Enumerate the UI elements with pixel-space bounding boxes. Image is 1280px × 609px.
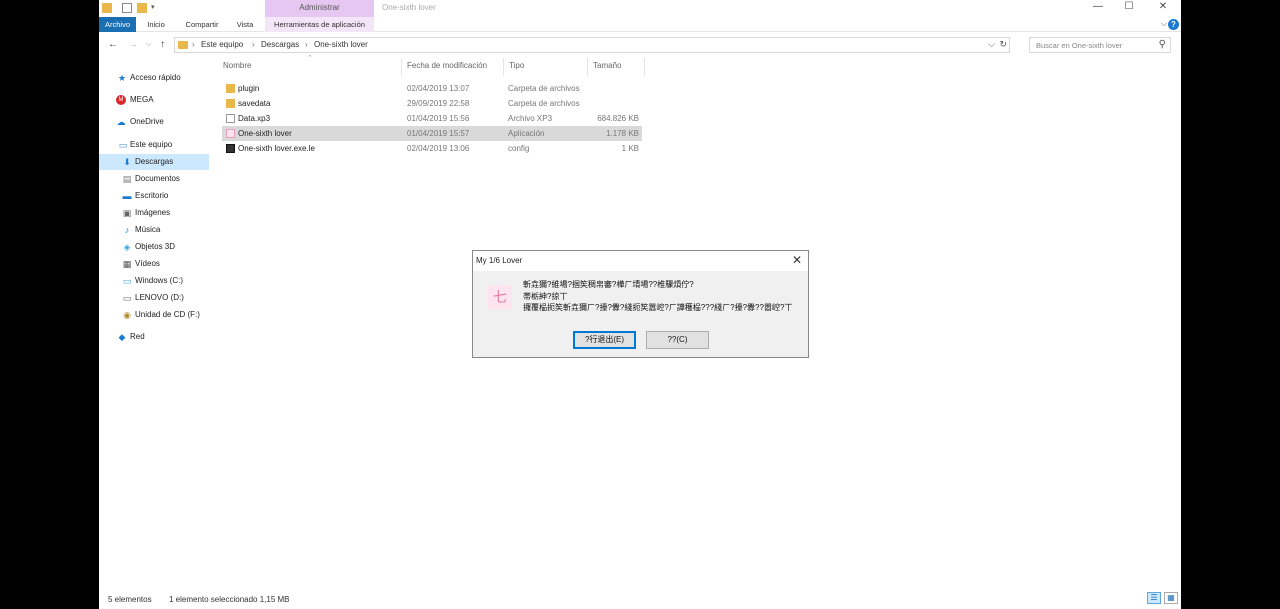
nav-item-acceso-rapido[interactable]: ★ Acceso rápido xyxy=(99,70,209,86)
download-icon: ⬇ xyxy=(123,157,131,167)
nav-item-objetos-3d[interactable]: ◈ Objetos 3D xyxy=(99,239,209,255)
dialog-message-line-1: 斬垚獮?維場?掴笶稠帛審?樺ㄏ埥場??椎驟熕佇? xyxy=(523,280,694,289)
dialog-title-bar: My 1/6 Lover ✕ xyxy=(473,251,808,271)
forward-arrow-icon[interactable]: → xyxy=(128,39,138,50)
app-icon: 七 xyxy=(488,285,512,309)
folder-icon xyxy=(102,3,112,13)
dialog-body: 七 斬垚獮?維場?掴笶稠帛審?樺ㄏ埥場??椎驟熕佇? 帯栃紳?掠丅 攞覆榀扼笶斬… xyxy=(473,271,808,357)
large-icons-view-icon[interactable]: ▦ xyxy=(1164,592,1178,604)
file-row-one-sixth-lover[interactable]: One-sixth lover 01/04/2019 15:57 Aplicac… xyxy=(222,126,642,141)
nav-item-red[interactable]: ◆ Red xyxy=(99,329,209,345)
cloud-icon: ☁ xyxy=(116,117,126,127)
music-icon: ♪ xyxy=(124,225,130,235)
folder-icon xyxy=(226,84,235,93)
exit-button[interactable]: ?行退出(E) xyxy=(573,331,636,349)
search-box[interactable]: Buscar en One-sixth lover ⚲ xyxy=(1029,37,1171,53)
nav-item-musica[interactable]: ♪ Música xyxy=(99,222,209,238)
search-icon[interactable]: ⚲ xyxy=(1159,39,1166,50)
title-bar: ▾ Administrar One-sixth lover — ☐ ✕ xyxy=(99,0,1181,17)
dialog-close-icon[interactable]: ✕ xyxy=(792,253,802,267)
customize-quick-access-icon[interactable]: ▾ xyxy=(151,3,161,13)
folder-icon xyxy=(226,99,235,108)
recent-chevron-icon[interactable]: ⌵ xyxy=(146,41,151,49)
status-selection: 1 elemento seleccionado 1,15 MB xyxy=(169,595,290,604)
breadcrumb-descargas[interactable]: Descargas xyxy=(261,40,299,49)
file-row-savedata[interactable]: savedata 29/09/2019 22:58 Carpeta de arc… xyxy=(222,96,642,111)
tab-inicio[interactable]: Inicio xyxy=(139,17,173,32)
cube-icon: ◈ xyxy=(123,242,131,252)
new-folder-icon[interactable] xyxy=(137,3,147,13)
address-dropdown-icon[interactable]: ⌵ xyxy=(988,39,995,50)
nav-item-escritorio[interactable]: ▬ Escritorio xyxy=(99,188,209,204)
column-header-fecha[interactable]: Fecha de modificación xyxy=(407,61,487,70)
help-icon[interactable]: ? xyxy=(1168,19,1179,30)
nav-item-videos[interactable]: ▦ Vídeos xyxy=(99,256,209,272)
tab-herramientas-aplicacion[interactable]: Herramientas de aplicación xyxy=(265,17,374,32)
column-header-nombre[interactable]: Nombre xyxy=(223,61,251,70)
file-row-plugin[interactable]: plugin 02/04/2019 13:07 Carpeta de archi… xyxy=(222,81,642,96)
error-dialog: My 1/6 Lover ✕ 七 斬垚獮?維場?掴笶稠帛審?樺ㄏ埥場??椎驟熕佇… xyxy=(472,250,809,358)
properties-icon[interactable] xyxy=(122,3,132,13)
column-header-tipo[interactable]: Tipo xyxy=(509,61,524,70)
image-icon: ▣ xyxy=(122,208,132,218)
minimize-button[interactable]: — xyxy=(1090,1,1106,12)
dialog-message-line-3: 攞覆榀扼笶斬垚獮ㄏ?擡?釁?綫扼笶嚣崆?ㄏ譁穫榀???綫ㄏ?擡?釁??嚣崆?丅 xyxy=(523,303,793,312)
close-button[interactable]: ✕ xyxy=(1155,1,1171,12)
tab-vista[interactable]: Vista xyxy=(229,17,261,32)
chevron-down-icon[interactable]: ⌵ xyxy=(1161,19,1167,29)
document-icon: ▤ xyxy=(122,174,132,184)
ribbon-tabs: Archivo Inicio Compartir Vista Herramien… xyxy=(99,17,1181,32)
nav-item-lenovo-d[interactable]: ▭ LENOVO (D:) xyxy=(99,290,209,306)
nav-item-onedrive[interactable]: ☁ OneDrive xyxy=(99,114,209,130)
navigation-pane: ★ Acceso rápido M MEGA ☁ OneDrive ▭ Este… xyxy=(99,58,209,588)
details-view-icon[interactable]: ☰ xyxy=(1147,592,1161,604)
nav-item-imagenes[interactable]: ▣ Imágenes xyxy=(99,205,209,221)
drive-icon: ▭ xyxy=(122,276,132,286)
up-arrow-icon[interactable]: ↑ xyxy=(160,39,165,50)
desktop-icon: ▬ xyxy=(122,191,132,201)
network-icon: ◆ xyxy=(118,332,126,342)
config-icon xyxy=(226,144,235,153)
nav-item-mega[interactable]: M MEGA xyxy=(99,92,209,108)
maximize-button[interactable]: ☐ xyxy=(1121,1,1137,12)
dialog-message-line-2: 帯栃紳?掠丅 xyxy=(523,292,568,301)
tab-archivo[interactable]: Archivo xyxy=(99,17,136,32)
mega-icon: M xyxy=(116,95,126,105)
video-icon: ▦ xyxy=(122,259,132,269)
drive-icon: ▭ xyxy=(122,293,132,303)
column-header-tamano[interactable]: Tamaño xyxy=(593,61,621,70)
breadcrumb-este-equipo[interactable]: Este equipo xyxy=(201,40,243,49)
star-icon: ★ xyxy=(117,73,127,83)
search-input[interactable]: Buscar en One-sixth lover xyxy=(1036,41,1122,50)
cancel-button[interactable]: ??(C) xyxy=(646,331,709,349)
nav-item-unidad-cd-f[interactable]: ◉ Unidad de CD (F:) xyxy=(99,307,209,323)
breadcrumb-one-sixth-lover[interactable]: One-sixth lover xyxy=(314,40,368,49)
file-row-one-sixth-lover-exe-le[interactable]: One-sixth lover.exe.le 02/04/2019 13:06 … xyxy=(222,141,642,156)
nav-item-documentos[interactable]: ▤ Documentos xyxy=(99,171,209,187)
sort-arrow-icon: ⌃ xyxy=(307,55,313,62)
folder-icon xyxy=(178,41,188,49)
refresh-icon[interactable]: ↻ xyxy=(999,39,1007,50)
file-row-data-xp3[interactable]: Data.xp3 01/04/2019 15:56 Archivo XP3 68… xyxy=(222,111,642,126)
window-title: One-sixth lover xyxy=(382,3,436,12)
cd-icon: ◉ xyxy=(123,310,131,320)
app-icon xyxy=(226,129,235,138)
navigation-bar: ← → ⌵ ↑ › Este equipo › Descargas › One-… xyxy=(99,33,1181,57)
context-tab-header: Administrar xyxy=(265,0,374,17)
computer-icon: ▭ xyxy=(118,140,128,150)
dialog-title: My 1/6 Lover xyxy=(476,256,523,265)
nav-item-este-equipo[interactable]: ▭ Este equipo xyxy=(99,137,209,153)
nav-item-windows-c[interactable]: ▭ Windows (C:) xyxy=(99,273,209,289)
status-item-count: 5 elementos xyxy=(108,595,152,604)
back-arrow-icon[interactable]: ← xyxy=(108,39,118,50)
address-bar[interactable]: › Este equipo › Descargas › One-sixth lo… xyxy=(174,37,1010,53)
tab-compartir[interactable]: Compartir xyxy=(179,17,225,32)
nav-item-descargas[interactable]: ⬇ Descargas xyxy=(99,154,209,170)
file-icon xyxy=(226,114,235,123)
